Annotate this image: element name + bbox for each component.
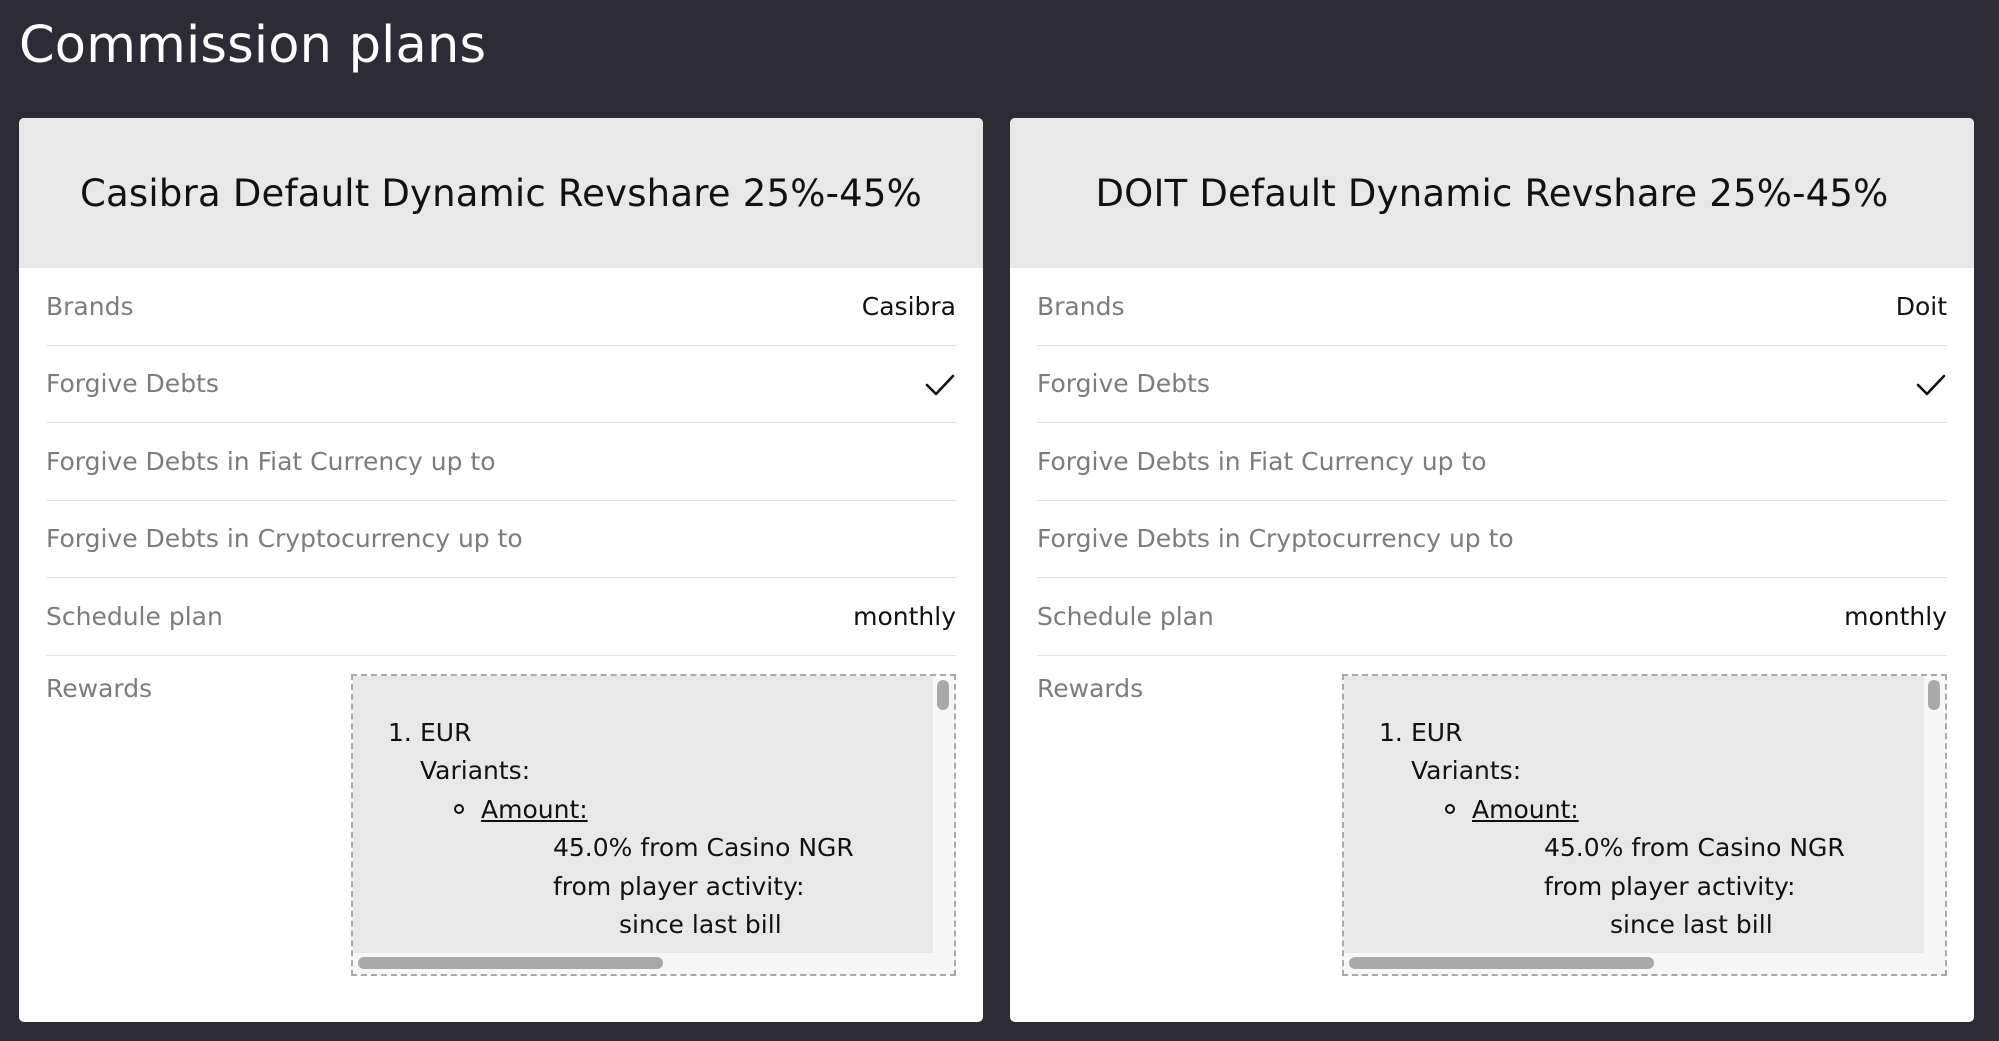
rewards-content: 1. EUR Variants: Amount: 45.0% from Casin… (353, 675, 933, 953)
plan-title: DOIT Default Dynamic Revshare 25%-45% (1095, 171, 1889, 215)
activity-value: since last bill (1610, 910, 1773, 939)
forgive-debts-label: Forgive Debts (1037, 369, 1210, 399)
forgive-crypto-row: Forgive Debts in Cryptocurrency up to (46, 501, 956, 578)
forgive-debts-row: Forgive Debts (46, 346, 956, 423)
reward-currency: EUR (1411, 717, 1463, 747)
reward-item: 1. EUR (388, 714, 933, 753)
schedule-label: Schedule plan (1037, 601, 1214, 631)
commission-plans-list: Casibra Default Dynamic Revshare 25%-45%… (19, 118, 1974, 1022)
schedule-row: Schedule plan monthly (46, 578, 956, 656)
forgive-fiat-row: Forgive Debts in Fiat Currency up to (1037, 423, 1947, 501)
horizontal-scrollbar[interactable] (1349, 956, 1654, 969)
forgive-crypto-label: Forgive Debts in Cryptocurrency up to (46, 524, 523, 554)
bullet-icon (454, 803, 464, 814)
schedule-row: Schedule plan monthly (1037, 578, 1947, 656)
rewards-scroll-box[interactable]: 1. EUR Variants: Amount: 45.0% from Casin… (351, 673, 956, 976)
page-title: Commission plans (19, 16, 487, 75)
schedule-label: Schedule plan (46, 601, 223, 631)
brands-label: Brands (46, 291, 134, 321)
commission-plan-card: Casibra Default Dynamic Revshare 25%-45%… (19, 118, 983, 1022)
reward-currency: EUR (420, 717, 472, 747)
brands-row: Brands Casibra (46, 268, 956, 346)
amount-label: Amount: (1472, 794, 1579, 824)
checkmark-icon (1915, 368, 1947, 400)
brands-label: Brands (1037, 291, 1125, 321)
activity-label: from player activity: (553, 871, 805, 901)
brands-row: Brands Doit (1037, 268, 1947, 346)
rewards-label: Rewards (46, 673, 153, 703)
amount-value: 45.0% from Casino NGR (553, 833, 854, 862)
checkmark-icon (924, 368, 956, 400)
forgive-fiat-row: Forgive Debts in Fiat Currency up to (46, 423, 956, 501)
forgive-fiat-label: Forgive Debts in Fiat Currency up to (46, 446, 496, 476)
card-header: Casibra Default Dynamic Revshare 25%-45% (19, 118, 983, 268)
vertical-scrollbar[interactable] (937, 679, 949, 710)
card-header: DOIT Default Dynamic Revshare 25%-45% (1010, 118, 1974, 268)
amount-item: Amount: (388, 791, 933, 830)
forgive-fiat-label: Forgive Debts in Fiat Currency up to (1037, 446, 1487, 476)
rewards-label: Rewards (1037, 673, 1144, 703)
horizontal-scrollbar[interactable] (358, 956, 663, 969)
forgive-debts-row: Forgive Debts (1037, 346, 1947, 423)
variants-label: Variants: (1411, 756, 1522, 785)
bullet-icon (1445, 803, 1455, 814)
activity-label: from player activity: (1544, 871, 1796, 901)
amount-value: 45.0% from Casino NGR (1544, 833, 1845, 862)
forgive-crypto-label: Forgive Debts in Cryptocurrency up to (1037, 524, 1514, 554)
rewards-row: Rewards 1. EUR Variants: Amount: 45.0% fr… (46, 656, 956, 976)
variants-label: Variants: (420, 756, 531, 785)
schedule-value: monthly (1844, 601, 1947, 631)
card-body: Brands Casibra Forgive Debts Forgive Deb… (19, 268, 983, 976)
reward-item: 1. EUR (1379, 714, 1924, 753)
rewards-row: Rewards 1. EUR Variants: Amount: 45.0% fr… (1037, 656, 1947, 976)
card-body: Brands Doit Forgive Debts Forgive Debts … (1010, 268, 1974, 976)
forgive-debts-label: Forgive Debts (46, 369, 219, 399)
brands-value: Doit (1895, 291, 1947, 321)
commission-plan-card: DOIT Default Dynamic Revshare 25%-45% Br… (1010, 118, 1974, 1022)
reward-number: 1. (388, 717, 412, 747)
amount-item: Amount: (1379, 791, 1924, 830)
reward-number: 1. (1379, 717, 1403, 747)
amount-label: Amount: (481, 794, 588, 824)
rewards-content: 1. EUR Variants: Amount: 45.0% from Casin… (1344, 675, 1924, 953)
schedule-value: monthly (853, 601, 956, 631)
plan-title: Casibra Default Dynamic Revshare 25%-45% (80, 171, 922, 215)
vertical-scrollbar[interactable] (1928, 679, 1940, 710)
activity-value: since last bill (619, 910, 782, 939)
rewards-scroll-box[interactable]: 1. EUR Variants: Amount: 45.0% from Casin… (1342, 673, 1947, 976)
brands-value: Casibra (861, 291, 956, 321)
forgive-crypto-row: Forgive Debts in Cryptocurrency up to (1037, 501, 1947, 578)
